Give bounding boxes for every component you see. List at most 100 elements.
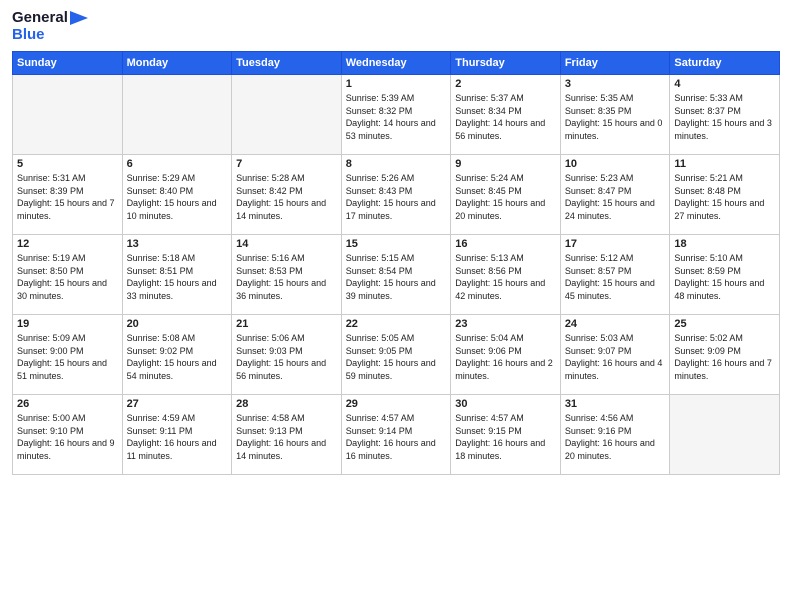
day-number: 14	[236, 238, 337, 250]
calendar-cell	[122, 75, 232, 155]
calendar-week-row: 12Sunrise: 5:19 AMSunset: 8:50 PMDayligh…	[13, 235, 780, 315]
cell-text: Sunrise: 5:06 AMSunset: 9:03 PMDaylight:…	[236, 332, 337, 382]
cell-text: Sunrise: 5:05 AMSunset: 9:05 PMDaylight:…	[346, 332, 447, 382]
day-number: 9	[455, 158, 556, 170]
cell-text: Sunrise: 5:24 AMSunset: 8:45 PMDaylight:…	[455, 172, 556, 222]
sunrise-text: Sunrise: 5:00 AM	[17, 412, 118, 425]
calendar-cell: 10Sunrise: 5:23 AMSunset: 8:47 PMDayligh…	[560, 155, 670, 235]
sunrise-text: Sunrise: 5:06 AM	[236, 332, 337, 345]
calendar-cell: 24Sunrise: 5:03 AMSunset: 9:07 PMDayligh…	[560, 315, 670, 395]
cell-text: Sunrise: 5:35 AMSunset: 8:35 PMDaylight:…	[565, 92, 666, 142]
daylight-text: Daylight: 15 hours and 3 minutes.	[674, 117, 775, 142]
sunset-text: Sunset: 9:06 PM	[455, 345, 556, 358]
weekday-header: Tuesday	[232, 52, 342, 75]
sunset-text: Sunset: 9:14 PM	[346, 425, 447, 438]
day-number: 29	[346, 398, 447, 410]
cell-text: Sunrise: 5:18 AMSunset: 8:51 PMDaylight:…	[127, 252, 228, 302]
day-number: 4	[674, 78, 775, 90]
sunset-text: Sunset: 9:02 PM	[127, 345, 228, 358]
sunset-text: Sunset: 8:37 PM	[674, 105, 775, 118]
sunrise-text: Sunrise: 5:08 AM	[127, 332, 228, 345]
cell-text: Sunrise: 4:59 AMSunset: 9:11 PMDaylight:…	[127, 412, 228, 462]
calendar-cell: 3Sunrise: 5:35 AMSunset: 8:35 PMDaylight…	[560, 75, 670, 155]
cell-text: Sunrise: 5:10 AMSunset: 8:59 PMDaylight:…	[674, 252, 775, 302]
cell-text: Sunrise: 4:58 AMSunset: 9:13 PMDaylight:…	[236, 412, 337, 462]
daylight-text: Daylight: 15 hours and 42 minutes.	[455, 277, 556, 302]
sunrise-text: Sunrise: 5:15 AM	[346, 252, 447, 265]
daylight-text: Daylight: 14 hours and 53 minutes.	[346, 117, 447, 142]
sunset-text: Sunset: 8:39 PM	[17, 185, 118, 198]
day-number: 19	[17, 318, 118, 330]
day-number: 21	[236, 318, 337, 330]
sunset-text: Sunset: 8:48 PM	[674, 185, 775, 198]
cell-text: Sunrise: 5:16 AMSunset: 8:53 PMDaylight:…	[236, 252, 337, 302]
cell-text: Sunrise: 5:15 AMSunset: 8:54 PMDaylight:…	[346, 252, 447, 302]
calendar-cell: 5Sunrise: 5:31 AMSunset: 8:39 PMDaylight…	[13, 155, 123, 235]
daylight-text: Daylight: 15 hours and 20 minutes.	[455, 197, 556, 222]
cell-text: Sunrise: 5:33 AMSunset: 8:37 PMDaylight:…	[674, 92, 775, 142]
sunrise-text: Sunrise: 5:21 AM	[674, 172, 775, 185]
cell-text: Sunrise: 5:31 AMSunset: 8:39 PMDaylight:…	[17, 172, 118, 222]
day-number: 16	[455, 238, 556, 250]
daylight-text: Daylight: 15 hours and 59 minutes.	[346, 357, 447, 382]
calendar-cell	[670, 395, 780, 475]
sunrise-text: Sunrise: 4:58 AM	[236, 412, 337, 425]
sunset-text: Sunset: 8:47 PM	[565, 185, 666, 198]
weekday-header: Friday	[560, 52, 670, 75]
daylight-text: Daylight: 15 hours and 27 minutes.	[674, 197, 775, 222]
sunrise-text: Sunrise: 5:23 AM	[565, 172, 666, 185]
sunrise-text: Sunrise: 5:26 AM	[346, 172, 447, 185]
sunset-text: Sunset: 9:16 PM	[565, 425, 666, 438]
sunrise-text: Sunrise: 5:02 AM	[674, 332, 775, 345]
calendar-cell: 31Sunrise: 4:56 AMSunset: 9:16 PMDayligh…	[560, 395, 670, 475]
logo: General Blue	[12, 10, 88, 43]
cell-text: Sunrise: 5:12 AMSunset: 8:57 PMDaylight:…	[565, 252, 666, 302]
cell-text: Sunrise: 5:09 AMSunset: 9:00 PMDaylight:…	[17, 332, 118, 382]
calendar-cell: 25Sunrise: 5:02 AMSunset: 9:09 PMDayligh…	[670, 315, 780, 395]
cell-text: Sunrise: 5:13 AMSunset: 8:56 PMDaylight:…	[455, 252, 556, 302]
calendar-cell: 14 Sunrise: 5:16 AMSunset: 8:53 PMDayligh…	[232, 235, 342, 315]
calendar-cell: 4 Sunrise: 5:33 AMSunset: 8:37 PMDaylight…	[670, 75, 780, 155]
daylight-text: Daylight: 15 hours and 56 minutes.	[236, 357, 337, 382]
sunset-text: Sunset: 8:57 PM	[565, 265, 666, 278]
cell-text: Sunrise: 4:57 AMSunset: 9:15 PMDaylight:…	[455, 412, 556, 462]
sunrise-text: Sunrise: 5:16 AM	[236, 252, 337, 265]
logo-text-general: General	[12, 10, 68, 27]
daylight-text: Daylight: 15 hours and 51 minutes.	[17, 357, 118, 382]
calendar-cell: 21 Sunrise: 5:06 AMSunset: 9:03 PMDayligh…	[232, 315, 342, 395]
sunrise-text: Sunrise: 5:05 AM	[346, 332, 447, 345]
daylight-text: Daylight: 16 hours and 14 minutes.	[236, 437, 337, 462]
calendar-cell: 29Sunrise: 4:57 AMSunset: 9:14 PMDayligh…	[341, 395, 451, 475]
cell-text: Sunrise: 5:23 AMSunset: 8:47 PMDaylight:…	[565, 172, 666, 222]
calendar-cell: 18Sunrise: 5:10 AMSunset: 8:59 PMDayligh…	[670, 235, 780, 315]
sunrise-text: Sunrise: 5:35 AM	[565, 92, 666, 105]
calendar-cell: 1Sunrise: 5:39 AMSunset: 8:32 PMDaylight…	[341, 75, 451, 155]
calendar-cell: 19 Sunrise: 5:09 AMSunset: 9:00 PMDayligh…	[13, 315, 123, 395]
sunrise-text: Sunrise: 4:57 AM	[455, 412, 556, 425]
sunrise-text: Sunrise: 5:37 AM	[455, 92, 556, 105]
page-container: General Blue SundayMondayTuesdayWednesda…	[0, 0, 792, 485]
day-number: 7	[236, 158, 337, 170]
day-number: 30	[455, 398, 556, 410]
daylight-text: Daylight: 15 hours and 48 minutes.	[674, 277, 775, 302]
daylight-text: Daylight: 15 hours and 39 minutes.	[346, 277, 447, 302]
daylight-text: Daylight: 16 hours and 4 minutes.	[565, 357, 666, 382]
sunrise-text: Sunrise: 5:31 AM	[17, 172, 118, 185]
daylight-text: Daylight: 16 hours and 9 minutes.	[17, 437, 118, 462]
sunrise-text: Sunrise: 5:12 AM	[565, 252, 666, 265]
calendar-cell: 11 Sunrise: 5:21 AMSunset: 8:48 PMDayligh…	[670, 155, 780, 235]
sunset-text: Sunset: 9:00 PM	[17, 345, 118, 358]
daylight-text: Daylight: 15 hours and 30 minutes.	[17, 277, 118, 302]
calendar-cell: 8Sunrise: 5:26 AMSunset: 8:43 PMDaylight…	[341, 155, 451, 235]
calendar-cell: 30 Sunrise: 4:57 AMSunset: 9:15 PMDayligh…	[451, 395, 561, 475]
sunrise-text: Sunrise: 5:03 AM	[565, 332, 666, 345]
cell-text: Sunrise: 5:00 AMSunset: 9:10 PMDaylight:…	[17, 412, 118, 462]
cell-text: Sunrise: 5:29 AMSunset: 8:40 PMDaylight:…	[127, 172, 228, 222]
day-number: 2	[455, 78, 556, 90]
logo-arrow-icon	[70, 11, 88, 25]
daylight-text: Daylight: 15 hours and 7 minutes.	[17, 197, 118, 222]
day-number: 12	[17, 238, 118, 250]
day-number: 11	[674, 158, 775, 170]
sunset-text: Sunset: 9:15 PM	[455, 425, 556, 438]
calendar-cell: 27Sunrise: 4:59 AMSunset: 9:11 PMDayligh…	[122, 395, 232, 475]
